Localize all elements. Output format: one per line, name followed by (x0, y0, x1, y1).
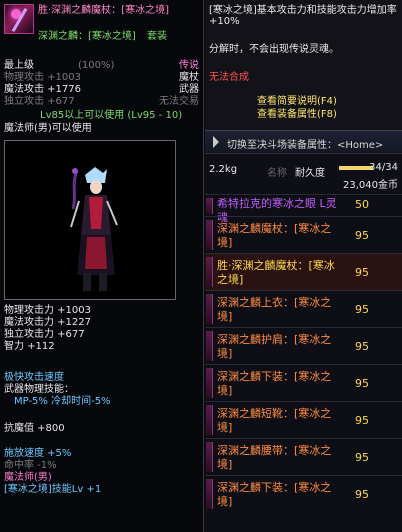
stat-line: 物理攻击力 +1003 (4, 305, 92, 316)
staff-item-icon (4, 4, 34, 34)
soul-icon (206, 198, 213, 214)
cast-speed: 施放速度 +5% (4, 448, 72, 459)
hit-rate: 命中率 -1% (4, 460, 57, 471)
belt-icon (206, 442, 213, 472)
set-bonus-desc: [寒冰之境]基本攻击力和技能攻击力增加率 +10% (209, 5, 397, 27)
durability-bar (339, 166, 373, 170)
item-tooltip: 胜·深渊之麟魔杖：[寒冰之境] 深渊之麟：[寒冰之境] 套装 最上级 传说 (1… (0, 0, 204, 532)
boots-icon (206, 405, 213, 435)
level-requirement: Lv85以上可以使用 (Lv95 - 10) (40, 110, 183, 121)
stat-line: 魔法攻击力 +1227 (4, 317, 92, 328)
list-item[interactable]: 深渊之麟下装：[寒冰之境] 95 (205, 364, 402, 401)
skill-level-bonus: [寒冰之境]技能Lv +1 (4, 484, 102, 495)
price: 23,040金币 (343, 180, 398, 191)
coat-icon (206, 294, 213, 324)
list-item[interactable]: 希特拉克的寒冰之眼 L灵魂 50 (205, 194, 402, 224)
stat-line: 智力 +112 (4, 341, 55, 352)
magic-resist: 抗魔值 +800 (4, 423, 65, 434)
attr-row: 独立攻击 +677 无法交易 (4, 96, 199, 107)
grade-label: 最上级 (4, 60, 34, 71)
view-summary-button[interactable]: 查看简要说明(F4) (257, 96, 337, 108)
list-item-selected[interactable]: 胜·深渊之麟魔杖：[寒冰之境] 95 (205, 253, 402, 290)
name-label: 名称 (267, 168, 287, 179)
list-item[interactable]: 深渊之麟魔杖：[寒冰之境] 95 (205, 216, 402, 253)
list-item[interactable]: 深渊之麟腰带：[寒冰之境] 95 (205, 438, 402, 475)
skill-detail: MP-5% 冷却时间-5% (14, 396, 111, 407)
set-label: 套装 (147, 31, 167, 42)
view-attributes-button[interactable]: 查看装备属性(F8) (257, 109, 337, 121)
list-item[interactable]: 深渊之麟短靴：[寒冰之境] 95 (205, 401, 402, 438)
weight: 2.2kg (209, 164, 238, 175)
mage-avatar (70, 167, 118, 291)
attack-speed: 极快攻击速度 (4, 372, 64, 383)
durability-label: 耐久度 (295, 168, 325, 179)
list-item[interactable]: 深渊之麟护肩：[寒冰之境] 95 (205, 327, 402, 364)
shoulder-icon (206, 331, 213, 361)
set-name: 深渊之麟：[寒冰之境] (38, 31, 136, 42)
play-arrow-icon (213, 136, 219, 148)
skill-title: 武器物理技能： (4, 384, 74, 395)
switch-pvp-attributes[interactable]: 切换至决斗场装备属性：<Home> (205, 130, 402, 152)
staff-icon (206, 257, 213, 287)
character-preview (4, 140, 176, 300)
list-item[interactable]: 深渊之麟上衣：[寒冰之境] 95 (205, 290, 402, 327)
cannot-combine: 无法合成 (209, 72, 249, 83)
decompose-note: 分解时，不会出现传说灵魂。 (209, 44, 339, 55)
pants-icon (206, 479, 213, 509)
attr-row: 魔法攻击 +1776 武器 (4, 84, 199, 95)
class-line: 魔法师(男) (4, 472, 52, 483)
secondary-tooltip: [寒冰之境]基本攻击力和技能攻击力增加率 +10% 分解时，不会出现传说灵魂。 … (205, 0, 402, 154)
item-status-bar: 2.2kg 名称 耐久度 34/34 23,040金币 (205, 158, 402, 192)
item-name: 胜·深渊之麟魔杖：[寒冰之境] (38, 5, 169, 16)
class-requirement: 魔法师(男)可以使用 (4, 123, 92, 134)
staff-icon (206, 220, 213, 250)
stat-line: 独立攻击力 +677 (4, 329, 85, 340)
pants-icon (206, 368, 213, 398)
attr-row: 物理攻击 +1003 魔杖 (4, 72, 199, 83)
rarity-percent: (100%) (78, 60, 115, 71)
durability-value: 34/34 (369, 162, 398, 173)
list-item[interactable]: 深渊之麟下装：[寒冰之境] 95 (205, 475, 402, 512)
inventory-panel: [寒冰之境]基本攻击力和技能攻击力增加率 +10% 分解时，不会出现传说灵魂。 … (205, 0, 402, 532)
